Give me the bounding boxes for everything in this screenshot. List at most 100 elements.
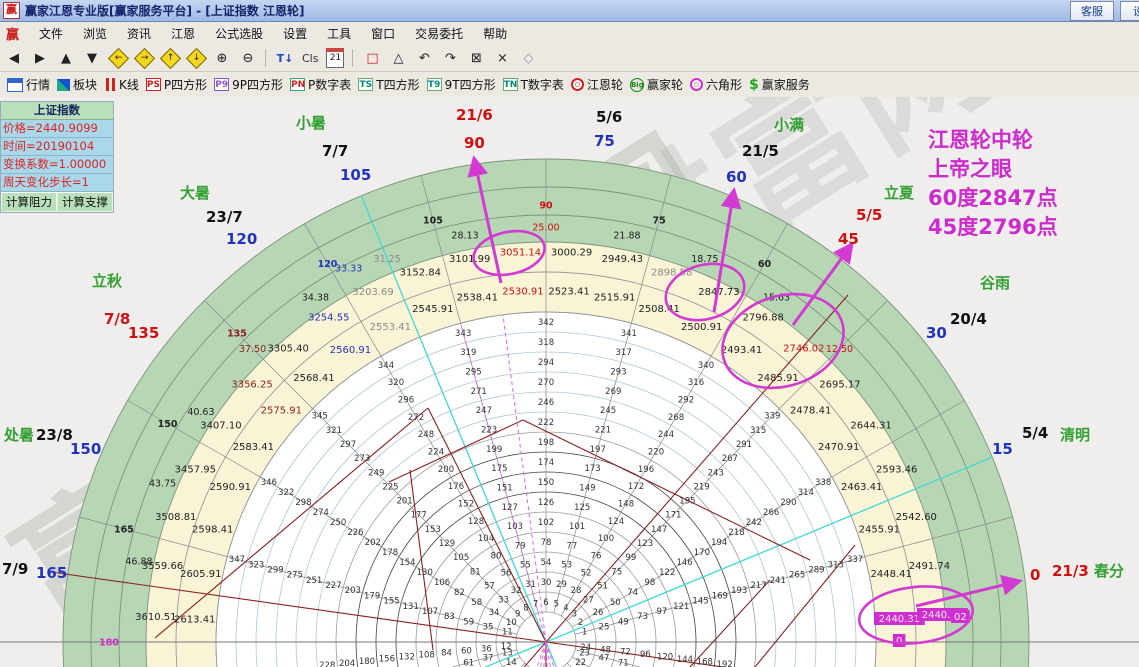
svg-text:266: 266 <box>763 508 779 518</box>
menu-江恩[interactable]: 江恩 <box>161 25 205 43</box>
svg-text:105: 105 <box>423 215 443 226</box>
partial-button[interactable]: 设 <box>1120 0 1139 21</box>
svg-text:165: 165 <box>114 524 134 535</box>
menu-设置[interactable]: 设置 <box>273 25 317 43</box>
brand-icon: 赢 <box>6 28 20 43</box>
menu-文件[interactable]: 文件 <box>29 25 73 43</box>
menu-帮助[interactable]: 帮助 <box>473 25 517 43</box>
svg-text:10: 10 <box>506 618 517 628</box>
tool-label: K线 <box>119 78 139 92</box>
forward-button[interactable]: ▶ <box>28 48 52 68</box>
svg-text:180: 180 <box>359 657 375 667</box>
svg-text:11: 11 <box>502 628 513 638</box>
shift-up-button[interactable]: ↑ <box>158 47 182 69</box>
svg-text:248: 248 <box>418 430 434 440</box>
tool-9P四方形[interactable]: P9 9P四方形 <box>214 76 283 93</box>
tool-江恩轮[interactable]: 江恩轮 <box>570 76 623 93</box>
svg-text:53: 53 <box>561 561 572 571</box>
svg-text:196: 196 <box>638 465 654 475</box>
tool-P数字表[interactable]: PN P数字表 <box>290 76 351 93</box>
shift-down-button[interactable]: ↓ <box>184 47 208 69</box>
svg-text:177: 177 <box>411 511 427 521</box>
svg-text:322: 322 <box>278 488 294 498</box>
gann-wheel-chart[interactable]: 赢家财富网 赢家财富网 www.yingjia360.com yingjia36… <box>0 97 1139 667</box>
svg-text:33.33: 33.33 <box>335 263 362 274</box>
svg-text:242: 242 <box>746 518 762 528</box>
svg-text:02: 02 <box>954 612 967 623</box>
toolbar-separator <box>352 49 354 67</box>
svg-text:3: 3 <box>572 610 577 620</box>
tool-行情[interactable]: 行情 <box>7 76 50 93</box>
tool-P四方形[interactable]: PS P四方形 <box>145 76 207 93</box>
svg-text:175: 175 <box>491 464 507 474</box>
square-tool-button[interactable]: □ <box>360 48 384 68</box>
rotate-up-button[interactable]: ▲ <box>54 48 78 68</box>
scale-button[interactable]: T↓ <box>273 48 297 68</box>
zoom-in-button[interactable]: ⊕ <box>210 48 234 68</box>
svg-text:224: 224 <box>428 447 444 457</box>
tool-K线[interactable]: K线 <box>104 76 139 93</box>
svg-text:199: 199 <box>486 445 502 455</box>
svg-text:228: 228 <box>319 661 335 667</box>
zoom-out-button[interactable]: ⊖ <box>236 48 260 68</box>
calendar-button[interactable]: 21 <box>323 48 347 68</box>
tool-赢家轮[interactable]: Big 赢家轮 <box>629 76 683 93</box>
svg-text:13: 13 <box>502 648 513 658</box>
svg-text:71: 71 <box>618 659 629 667</box>
menu-资讯[interactable]: 资讯 <box>117 25 161 43</box>
back-button[interactable]: ◀ <box>2 48 26 68</box>
svg-text:295: 295 <box>465 368 481 378</box>
customer-service-button[interactable]: 客服 <box>1070 0 1114 21</box>
svg-text:55: 55 <box>520 561 531 571</box>
shift-right-button[interactable]: → <box>132 47 156 69</box>
triangle-tool-button[interactable]: △ <box>386 48 410 68</box>
cls-button[interactable]: Cls <box>299 48 321 68</box>
cross-tool-button[interactable]: × <box>490 48 514 68</box>
svg-text:75: 75 <box>652 215 665 226</box>
calc-support-button[interactable]: 计算支撑 <box>57 192 113 212</box>
pin-tool-button[interactable]: ◇ <box>516 48 540 68</box>
svg-text:2493.41: 2493.41 <box>721 345 762 356</box>
calc-resistance-button[interactable]: 计算阻力 <box>1 192 57 212</box>
svg-text:217: 217 <box>750 581 766 591</box>
wheel-outer-label: 150 <box>70 440 102 458</box>
menu-交易委托[interactable]: 交易委托 <box>405 25 473 43</box>
symbol-name: 上证指数 <box>1 102 113 120</box>
tool-T四方形[interactable]: TS T四方形 <box>358 76 420 93</box>
menu-工具[interactable]: 工具 <box>317 25 361 43</box>
svg-text:50: 50 <box>610 598 621 608</box>
toolbar-separator <box>265 49 266 67</box>
tool-9T四方形[interactable]: T9 9T四方形 <box>426 76 496 93</box>
arc-ccw-tool-button[interactable]: ↶ <box>412 48 436 68</box>
svg-text:203: 203 <box>345 586 361 596</box>
svg-text:77: 77 <box>566 541 577 551</box>
tool-赢家服务[interactable]: $ 赢家服务 <box>749 76 810 93</box>
svg-text:2: 2 <box>578 618 583 628</box>
quote-info-row: 变换系数=1.00000 <box>1 156 113 174</box>
svg-text:1: 1 <box>582 628 587 638</box>
svg-text:58: 58 <box>471 598 482 608</box>
svg-text:97: 97 <box>656 607 667 617</box>
arc-cw-tool-button[interactable]: ↷ <box>438 48 462 68</box>
svg-text:202: 202 <box>365 538 381 548</box>
app-icon: 赢 <box>3 2 20 19</box>
box-x-tool-button[interactable]: ⊠ <box>464 48 488 68</box>
tool-T数字表[interactable]: TN T数字表 <box>502 76 564 93</box>
svg-text:292: 292 <box>678 396 694 406</box>
menu-浏览[interactable]: 浏览 <box>73 25 117 43</box>
quote-info-row: 价格=2440.9099 <box>1 120 113 138</box>
svg-text:61: 61 <box>463 659 474 667</box>
gann-annotation-line: 上帝之眼 <box>928 157 1012 181</box>
rotate-down-button[interactable]: ▼ <box>80 48 104 68</box>
svg-text:28.13: 28.13 <box>451 230 478 241</box>
menu-窗口[interactable]: 窗口 <box>361 25 405 43</box>
menu-公式选股[interactable]: 公式选股 <box>205 25 273 43</box>
svg-text:245: 245 <box>600 406 616 416</box>
shift-left-button[interactable]: ← <box>106 47 130 69</box>
svg-text:323: 323 <box>248 560 264 570</box>
tool-六角形[interactable]: 六角形 <box>689 76 742 93</box>
tool-板块[interactable]: 板块 <box>57 76 97 93</box>
svg-text:223: 223 <box>481 425 497 435</box>
title-bar[interactable]: 赢 赢家江恩专业版[赢家服务平台] - [上证指数 江恩轮] 客服 设 <box>0 0 1139 22</box>
tool-label: 9T四方形 <box>444 78 496 92</box>
